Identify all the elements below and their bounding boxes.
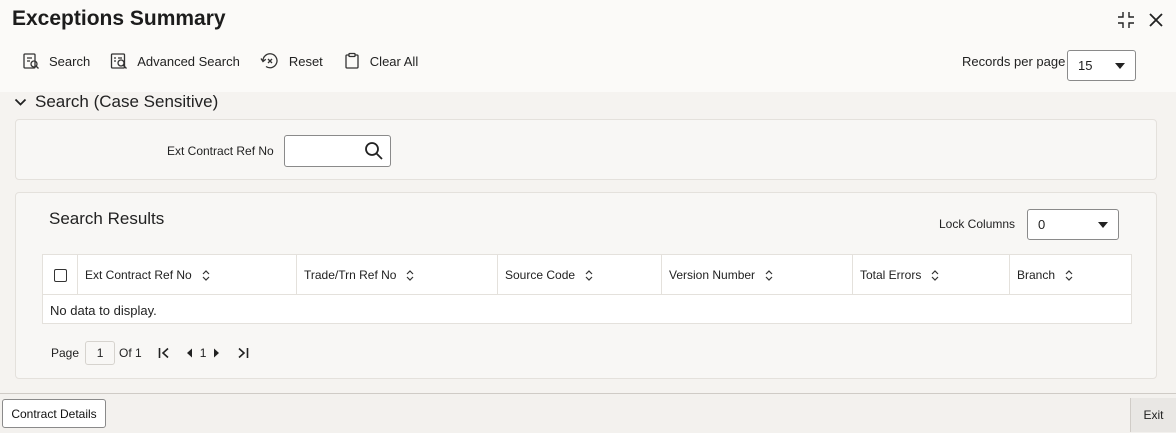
search-panel: Ext Contract Ref No (15, 119, 1157, 180)
search-results-title: Search Results (49, 209, 165, 228)
clear-all-button[interactable]: Clear All (343, 52, 418, 70)
last-page-icon[interactable] (237, 347, 249, 359)
records-per-page-label: Records per page (962, 54, 1066, 69)
contract-details-button[interactable]: Contract Details (2, 399, 106, 428)
column-header-source-code[interactable]: Source Code (498, 255, 662, 295)
page-of-label: Of 1 (119, 346, 142, 360)
close-icon[interactable] (1146, 10, 1166, 30)
reset-button-label: Reset (288, 53, 323, 69)
ext-contract-ref-no-field (284, 135, 391, 167)
search-section-title: Search (Case Sensitive) (35, 92, 219, 111)
column-label: Branch (1017, 268, 1056, 282)
records-per-page-value: 15 (1078, 58, 1093, 73)
column-header-version-number[interactable]: Version Number (662, 255, 853, 295)
search-document-icon (23, 53, 39, 69)
page-title: Exceptions Summary (12, 7, 226, 30)
sort-icon[interactable] (765, 269, 773, 281)
search-button[interactable]: Search (22, 52, 90, 70)
ext-contract-ref-no-label: Ext Contract Ref No (167, 144, 274, 158)
footer: Contract Details Exit (0, 393, 1176, 433)
window-controls (1116, 10, 1166, 30)
column-header-trade-trn-ref-no[interactable]: Trade/Trn Ref No (297, 255, 498, 295)
column-header-branch[interactable]: Branch (1010, 255, 1131, 295)
clear-all-button-label: Clear All (369, 53, 419, 69)
sort-icon[interactable] (931, 269, 939, 281)
reset-button[interactable]: Reset (260, 52, 323, 70)
lock-columns-value: 0 (1038, 217, 1046, 232)
page-number[interactable]: 1 (200, 346, 207, 360)
advanced-search-button-label: Advanced Search (137, 53, 240, 69)
advanced-search-button[interactable]: Advanced Search (110, 52, 240, 70)
advanced-search-icon (111, 53, 128, 69)
select-all-cell (43, 255, 78, 295)
column-label: Ext Contract Ref No (85, 268, 192, 282)
page-number-input[interactable]: 1 (85, 341, 116, 365)
clipboard-icon (345, 52, 359, 69)
chevron-down-icon (14, 98, 27, 106)
toolbar: Search Advanced Search Reset Clear All (22, 52, 438, 70)
page-label: Page (51, 346, 80, 360)
sort-icon[interactable] (1065, 269, 1073, 281)
empty-table-message: No data to display. (50, 303, 157, 318)
sort-icon[interactable] (202, 269, 210, 281)
select-all-checkbox[interactable] (54, 268, 67, 282)
chevron-down-icon (1098, 221, 1108, 228)
reset-icon (260, 53, 278, 69)
next-page-icon[interactable] (213, 348, 220, 358)
exit-button[interactable]: Exit (1130, 398, 1176, 432)
lock-columns-label: Lock Columns (939, 217, 1016, 231)
column-header-ext-contract-ref-no[interactable]: Ext Contract Ref No (78, 255, 297, 295)
chevron-down-icon (1115, 62, 1125, 69)
search-section-toggle[interactable]: Search (Case Sensitive) (14, 92, 218, 112)
column-label: Version Number (669, 268, 756, 282)
sort-icon[interactable] (585, 269, 593, 281)
ext-contract-ref-no-input[interactable] (291, 141, 359, 161)
minimize-icon[interactable] (1116, 10, 1136, 30)
previous-page-icon[interactable] (186, 348, 193, 358)
table-header: Ext Contract Ref No Trade/Trn Ref No Sou… (43, 255, 1131, 295)
lock-columns-select[interactable]: 0 (1027, 209, 1119, 240)
column-label: Total Errors (860, 268, 922, 282)
sort-icon[interactable] (406, 269, 414, 281)
results-table: Ext Contract Ref No Trade/Trn Ref No Sou… (42, 254, 1132, 324)
header: Exceptions Summary Search Advanced Searc… (0, 0, 1176, 92)
search-button-label: Search (49, 53, 91, 69)
column-label: Trade/Trn Ref No (304, 268, 397, 282)
records-per-page-select[interactable]: 15 (1067, 50, 1136, 81)
column-header-total-errors[interactable]: Total Errors (853, 255, 1010, 295)
search-icon[interactable] (364, 141, 384, 166)
pagination: Page 1 Of 1 1 (51, 341, 249, 365)
column-label: Source Code (505, 268, 576, 282)
results-panel: Search Results Lock Columns 0 Ext Contra… (15, 192, 1157, 379)
first-page-icon[interactable] (158, 347, 170, 359)
